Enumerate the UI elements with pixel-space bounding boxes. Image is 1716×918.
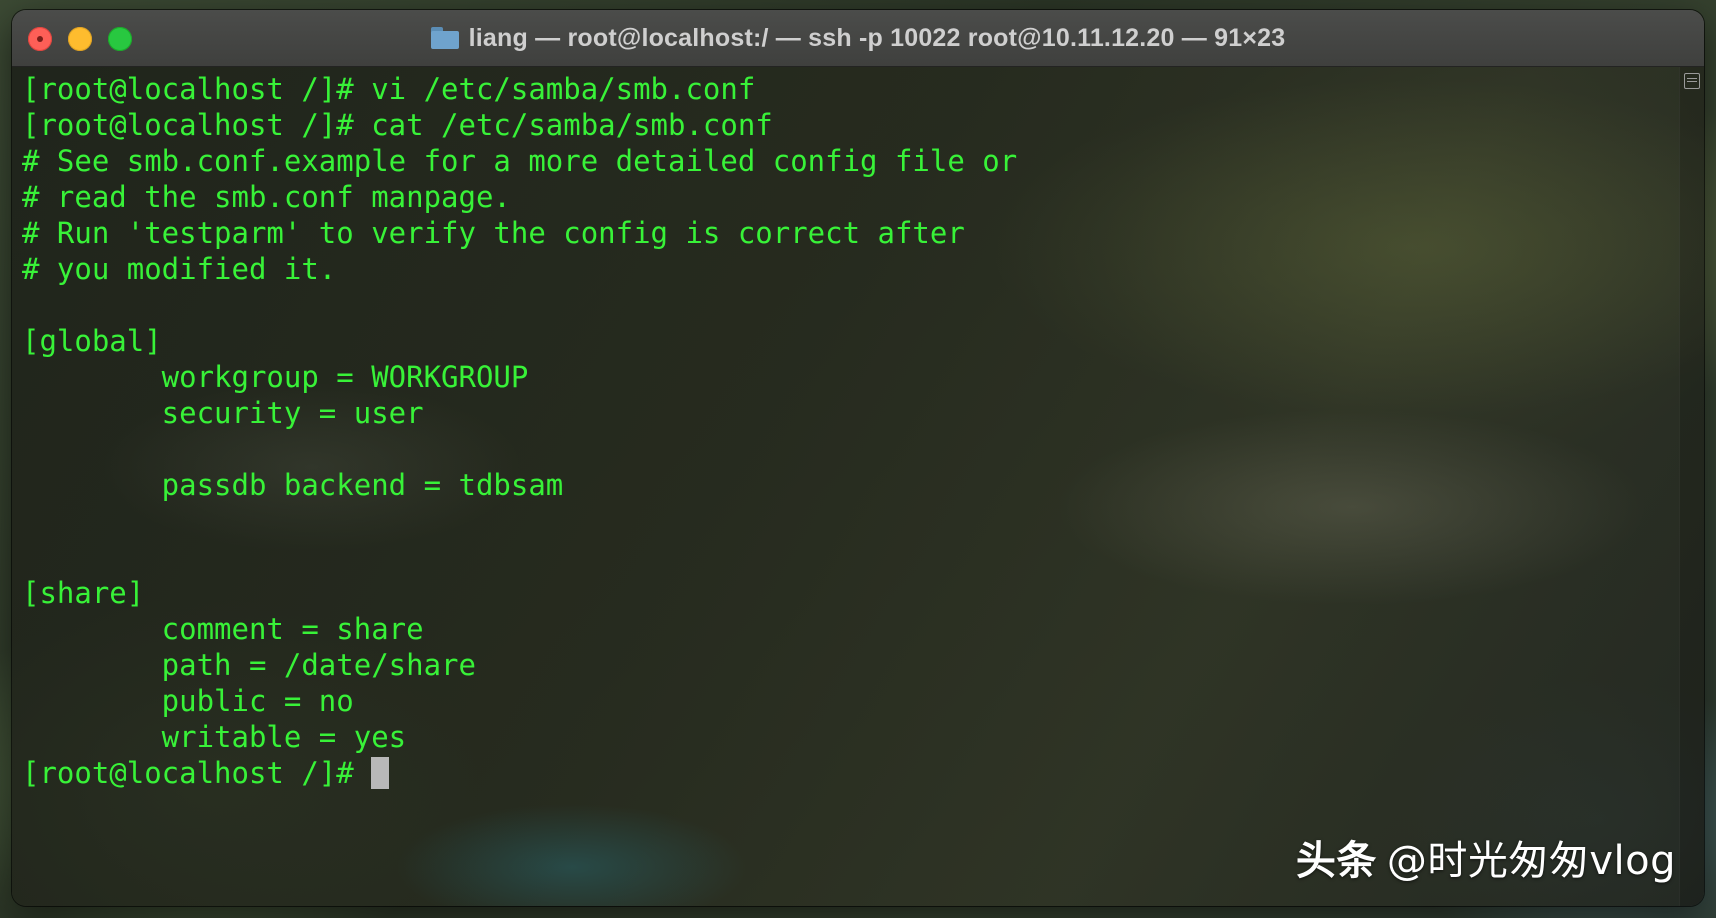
- terminal-line: passdb backend = tdbsam: [22, 468, 564, 502]
- terminal-line: [share]: [22, 576, 145, 610]
- watermark-handle: @时光匆匆vlog: [1386, 838, 1676, 884]
- terminal-output: [root@localhost /]# vi /etc/samba/smb.co…: [22, 71, 1017, 791]
- watermark: 头条 @时光匆匆vlog: [1296, 828, 1676, 886]
- terminal-line: security = user: [22, 396, 424, 430]
- text-cursor: [371, 757, 390, 789]
- terminal-window: liang — root@localhost:/ — ssh -p 10022 …: [12, 10, 1704, 906]
- terminal-line: [root@localhost /]# vi /etc/samba/smb.co…: [22, 72, 756, 106]
- window-title-group: liang — root@localhost:/ — ssh -p 10022 …: [12, 10, 1704, 66]
- terminal-line: writable = yes: [22, 720, 407, 754]
- terminal-line: # See smb.conf.example for a more detail…: [22, 144, 1018, 178]
- terminal-line: # read the smb.conf manpage.: [22, 180, 511, 214]
- terminal-line: [global]: [22, 324, 162, 358]
- title-bar[interactable]: liang — root@localhost:/ — ssh -p 10022 …: [12, 10, 1704, 67]
- terminal-line: workgroup = WORKGROUP: [22, 360, 529, 394]
- split-pane-icon[interactable]: [1684, 73, 1700, 89]
- terminal-line: comment = share: [22, 612, 424, 646]
- terminal-line: path = /date/share: [22, 648, 476, 682]
- terminal-line: [root@localhost /]# cat /etc/samba/smb.c…: [22, 108, 773, 142]
- terminal-content[interactable]: [root@localhost /]# vi /etc/samba/smb.co…: [12, 67, 1704, 906]
- terminal-prompt-line: [root@localhost /]#: [22, 755, 1017, 791]
- terminal-line: public = no: [22, 684, 354, 718]
- scrollbar[interactable]: [1679, 67, 1704, 906]
- terminal-line: # you modified it.: [22, 252, 337, 286]
- window-title: liang — root@localhost:/ — ssh -p 10022 …: [468, 23, 1286, 52]
- watermark-brand: 头条: [1295, 838, 1377, 884]
- terminal-line: # Run 'testparm' to verify the config is…: [22, 216, 965, 250]
- folder-icon: [430, 27, 459, 49]
